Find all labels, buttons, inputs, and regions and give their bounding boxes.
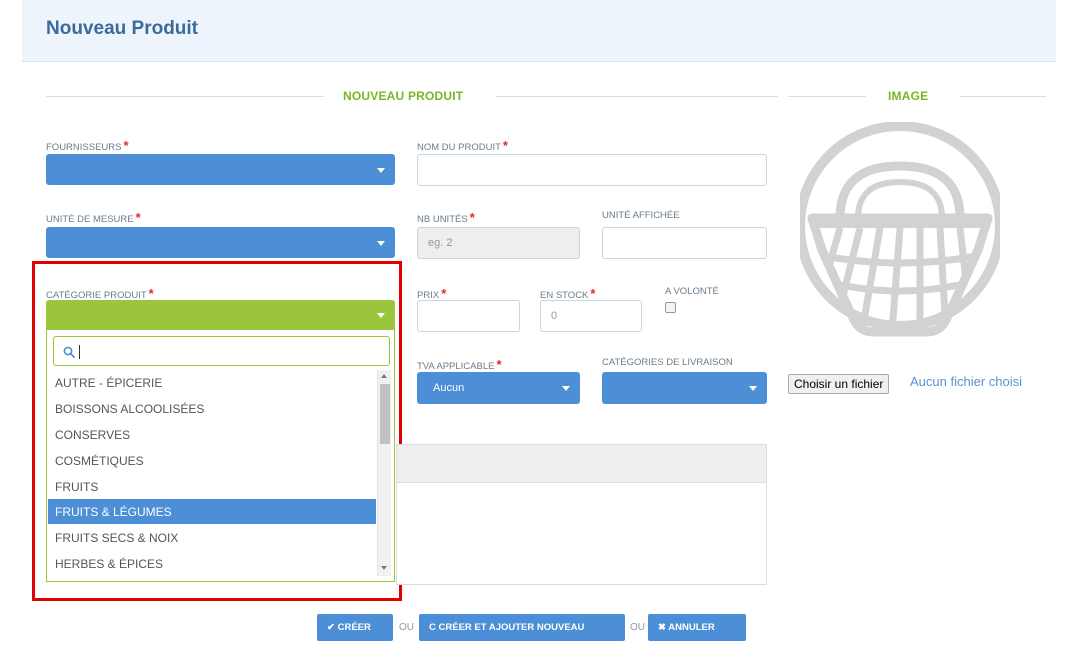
scrollbar-thumb[interactable] [380, 384, 390, 444]
unite-mesure-select[interactable] [46, 227, 395, 258]
dropdown-option[interactable]: FRUITS [48, 474, 376, 499]
a-volonte-checkbox[interactable] [665, 302, 676, 313]
cancel-button[interactable]: ✖ ANNULER [648, 614, 746, 641]
create-button[interactable]: ✔ CRÉER [317, 614, 393, 641]
check-icon: ✔ [327, 622, 335, 633]
section-divider [496, 96, 778, 97]
en-stock-value: 0 [551, 310, 558, 322]
page-header: Nouveau Produit [22, 0, 1056, 62]
fournisseurs-label: FOURNISSEURS * [46, 138, 129, 153]
section-title-product: NOUVEAU PRODUIT [343, 89, 464, 103]
categorie-dropdown: AUTRE - ÉPICERIE BOISSONS ALCOOLISÉES CO… [46, 330, 395, 582]
create-and-new-button-label: CRÉER ET AJOUTER NOUVEAU [438, 622, 585, 633]
chevron-down-icon [377, 167, 385, 173]
close-icon: ✖ [658, 622, 666, 633]
create-button-label: CRÉER [337, 622, 371, 633]
basket-icon [800, 122, 1000, 337]
unite-affichee-input[interactable] [602, 227, 767, 259]
nom-produit-input[interactable] [417, 154, 767, 186]
unite-mesure-label: UNITÉ DE MESURE * [46, 210, 141, 225]
categorie-search-input[interactable] [53, 336, 390, 366]
tva-select[interactable]: Aucun [417, 372, 580, 404]
chevron-down-icon [377, 313, 385, 318]
prix-input[interactable] [417, 300, 520, 332]
chevron-down-icon [377, 240, 385, 246]
dropdown-option[interactable]: CONSERVES [48, 422, 376, 447]
tva-selected-value: Aucun [433, 382, 465, 394]
cancel-button-label: ANNULER [668, 622, 715, 633]
en-stock-label: EN STOCK * [540, 286, 596, 301]
nom-produit-label: NOM DU PRODUIT * [417, 138, 508, 153]
file-status-text: Aucun fichier choisi [910, 374, 1022, 389]
section-title-image: IMAGE [888, 89, 929, 103]
section-divider [46, 96, 324, 97]
refresh-icon: C [429, 622, 436, 633]
a-volonte-label: A VOLONTÉ [665, 286, 719, 297]
unite-affichee-label: UNITÉ AFFICHÉE [602, 210, 680, 221]
section-divider [960, 96, 1046, 97]
description-panel-header [397, 445, 766, 483]
page-title: Nouveau Produit [46, 18, 199, 39]
search-icon [63, 346, 75, 358]
separator-text: OU [399, 622, 414, 633]
description-panel [396, 444, 767, 585]
prix-label: PRIX * [417, 286, 447, 301]
en-stock-input[interactable]: 0 [540, 300, 642, 332]
separator-text: OU [630, 622, 645, 633]
dropdown-option-highlighted[interactable]: FRUITS & LÉGUMES [48, 499, 376, 524]
nb-unites-placeholder: eg. 2 [428, 237, 453, 249]
dropdown-option[interactable]: HERBES & ÉPICES [48, 551, 376, 576]
dropdown-option[interactable]: COSMÉTIQUES [48, 448, 376, 473]
scroll-down-icon[interactable] [381, 566, 387, 570]
section-divider [788, 96, 866, 97]
nb-unites-label: NB UNITÉS * [417, 210, 475, 225]
create-and-new-button[interactable]: C CRÉER ET AJOUTER NOUVEAU [419, 614, 625, 641]
categorie-label: CATÉGORIE PRODUIT * [46, 286, 154, 301]
categorie-select[interactable] [46, 300, 395, 330]
livraison-select[interactable] [602, 372, 767, 404]
dropdown-option[interactable]: AUTRE - ÉPICERIE [48, 370, 376, 395]
file-choose-button[interactable]: Choisir un fichier [788, 374, 890, 394]
chevron-down-icon [749, 386, 757, 391]
nb-unites-input[interactable]: eg. 2 [417, 227, 580, 259]
chevron-down-icon [562, 386, 570, 391]
dropdown-option[interactable]: FRUITS SECS & NOIX [48, 525, 376, 550]
livraison-label: CATÉGORIES DE LIVRAISON [602, 357, 733, 368]
dropdown-scrollbar[interactable] [377, 370, 391, 576]
scroll-up-icon[interactable] [381, 374, 387, 378]
tva-label: TVA APPLICABLE * [417, 357, 502, 372]
dropdown-option[interactable]: BOISSONS ALCOOLISÉES [48, 396, 376, 421]
text-cursor [79, 345, 80, 359]
fournisseurs-select[interactable] [46, 154, 395, 185]
